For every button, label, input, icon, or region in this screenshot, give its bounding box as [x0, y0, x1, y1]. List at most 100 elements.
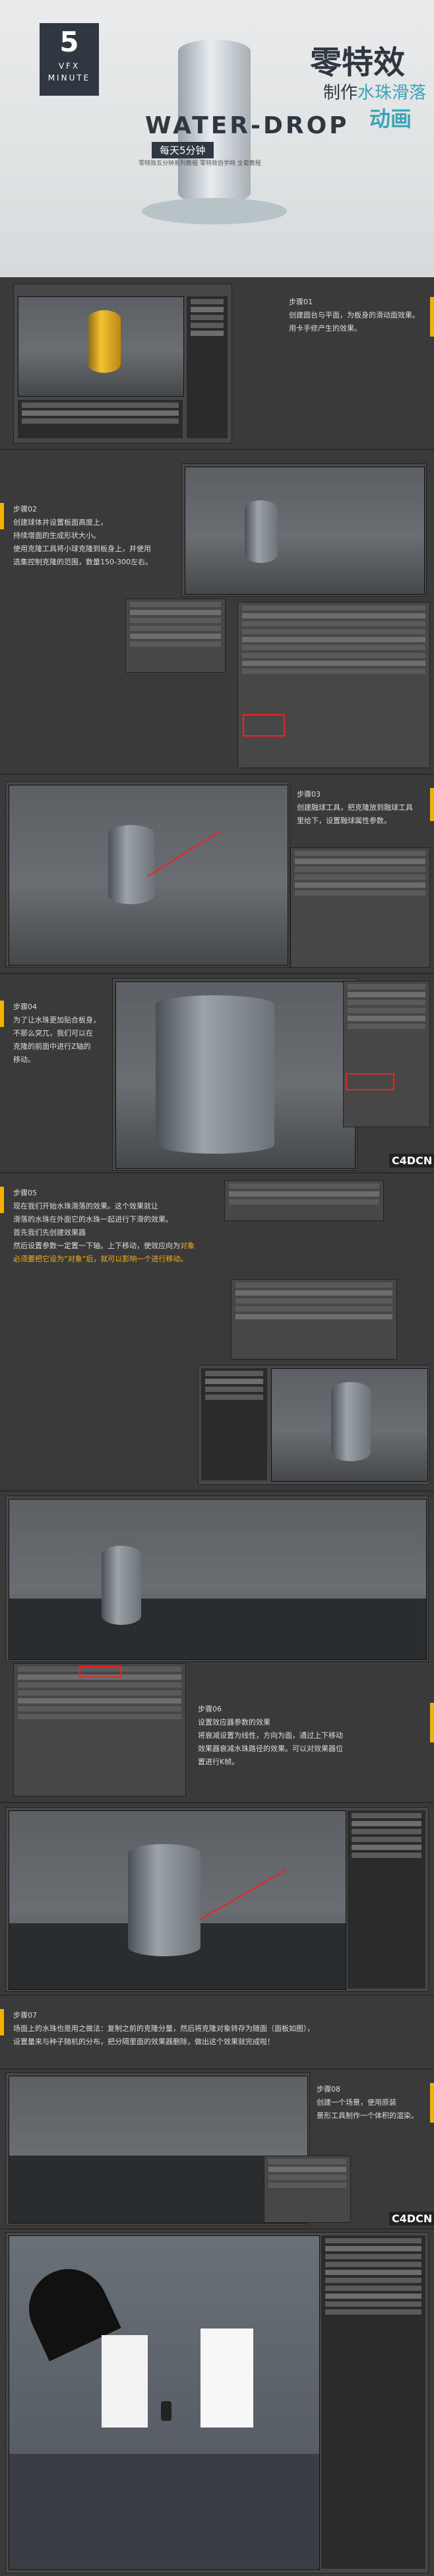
highlight-box	[79, 1666, 121, 1678]
viewport[interactable]	[9, 1810, 346, 1990]
step-heading: 步骤01	[289, 298, 313, 306]
step01-text: 步骤01 创建圆台与平面，为板身的滑动面效果。 用卡手修产生的效果。	[289, 296, 419, 335]
light-panel	[102, 2335, 148, 2427]
logo-badge: 5 VFX MINUTE	[40, 23, 99, 96]
viewport[interactable]	[9, 785, 288, 966]
accent-bar	[0, 503, 4, 529]
step-line: 创建一个场景，使用原装	[317, 2098, 396, 2107]
step04-section: 步骤04 为了让水珠更加贴合板身， 不那么突兀，我们可以在 克隆的前面中进行Z轴…	[0, 974, 434, 1172]
step01-section: 步骤01 创建圆台与平面，为板身的滑动面效果。 用卡手修产生的效果。	[0, 277, 434, 449]
cloner-panel[interactable]	[125, 599, 226, 673]
step-heading: 步骤02	[13, 505, 37, 513]
c4d-window[interactable]	[198, 1365, 430, 1485]
viewport[interactable]	[18, 296, 184, 397]
final-scene	[0, 2229, 434, 2576]
viewport[interactable]	[9, 1499, 427, 1660]
step03-section: 步骤03 创建融球工具，把克隆放到融球工具 里给下，设置融球属性参数。	[0, 775, 434, 973]
step-line: 持续增面的生成形状大小。	[13, 531, 100, 540]
step06-text: 步骤06 设置效应器参数的效果 将衰减设置为线性，方向为面，通过上下移动 效果器…	[198, 1703, 343, 1769]
step05-text: 步骤05 现在我们开始水珠滑落的效果。这个效果就让 滑落的水珠在外面它的水珠一起…	[13, 1187, 195, 1266]
viewport[interactable]	[9, 2076, 308, 2224]
hero-sub-b: 水珠滑落	[357, 83, 427, 103]
step-line: 现在我们开始水珠滑落的效果。这个效果就让	[13, 1202, 158, 1210]
accent-bar	[0, 2009, 4, 2035]
step-line: 滑落的水珠在外面它的水珠一起进行下滑的效果。	[13, 1215, 173, 1224]
step-line-part: 然后设置参数一定置一下轴。上下移动，使效应向为	[13, 1241, 180, 1250]
step-heading: 步骤05	[13, 1189, 37, 1197]
effector-panel[interactable]	[231, 1279, 397, 1360]
step-line: 用卡手修产生的效果。	[289, 324, 361, 333]
attribute-panel[interactable]	[237, 602, 430, 768]
hero-sub-a: 制作	[323, 83, 358, 103]
cylinder-object	[128, 1844, 201, 1956]
cylinder-object	[88, 310, 121, 373]
highlight-box	[346, 1073, 394, 1090]
step-line: 然后设置参数一定置一下轴。上下移动，使效应向为对象	[13, 1239, 195, 1253]
c4d-viewport-window[interactable]	[5, 1496, 429, 1662]
c4d-viewport-window[interactable]	[181, 463, 427, 597]
step-line-highlight: 对象	[180, 1241, 195, 1250]
hero-title: 零特效	[310, 44, 406, 81]
pointer-arrow	[146, 830, 220, 877]
step06-section: 步骤06 设置效应器参数的效果 将衰减设置为线性，方向为面，通过上下移动 效果器…	[0, 1492, 434, 1802]
effector-menu[interactable]	[224, 1180, 384, 1221]
cylinder-object	[108, 825, 154, 904]
water-drop-title: WATER-DROP	[145, 112, 350, 139]
c4d-viewport-window[interactable]	[5, 1807, 429, 1992]
step-heading: 步骤07	[13, 2011, 37, 2020]
cylinder-object	[331, 1382, 371, 1461]
step04-text: 步骤04 为了让水珠更加贴合板身， 不那么突兀，我们可以在 克隆的前面中进行Z轴…	[13, 1001, 100, 1067]
light-panel	[201, 2328, 253, 2427]
hero-banner: 5 VFX MINUTE WATER-DROP 每天5分钟 零特效五分钟系列教程…	[0, 0, 434, 277]
step-line: 场面上的水珠也是用之做法：复制之前的克隆分量，然后将克隆对象转存为随面（面板如图…	[13, 2024, 315, 2033]
c4d-viewport-window[interactable]	[112, 978, 357, 1171]
accent-bar	[430, 788, 434, 821]
attribute-panel[interactable]	[343, 981, 430, 1127]
c4d-window[interactable]	[5, 2232, 429, 2573]
step-heading: 步骤06	[198, 1705, 222, 1713]
floor-plane	[9, 1599, 426, 1659]
metaball-panel[interactable]	[290, 847, 430, 968]
hero-subtitle: 制作水珠滑落	[323, 79, 426, 104]
viewport[interactable]	[185, 467, 425, 595]
water-drop-subtitle: 每天5分钟	[152, 142, 214, 158]
hero-animation-label: 动画	[369, 106, 412, 131]
step-line: 创建球体并设置板面高度上，	[13, 518, 108, 527]
attribute-panel[interactable]	[264, 2156, 351, 2223]
step07-text: 步骤07 场面上的水珠也是用之做法：复制之前的克隆分量，然后将克隆对象转存为随面…	[13, 2009, 315, 2049]
step02-text: 步骤02 创建球体并设置板面高度上， 持续增面的生成形状大小。 使用克隆工具将小…	[13, 503, 152, 569]
step-line: 克隆的前面中进行Z轴的	[13, 1042, 91, 1051]
step08-text: 步骤08 创建一个场景，使用原装 景形工具制作一个体积的渲染。	[317, 2083, 418, 2123]
object-manager[interactable]	[201, 1368, 267, 1480]
viewport[interactable]	[115, 981, 356, 1169]
step-line: 移动。	[13, 1055, 35, 1064]
viewport[interactable]	[271, 1368, 428, 1482]
c4d-viewport-window[interactable]	[5, 781, 290, 968]
step-line: 创建融球工具，把克隆放到融球工具	[297, 803, 413, 812]
step-line: 必须要把它设为“对象”后，就可以影响一个进行移动。	[13, 1255, 188, 1263]
effector-attributes[interactable]	[13, 1663, 186, 1797]
watermark: C4DCN	[389, 2212, 434, 2226]
step-heading: 步骤03	[297, 790, 321, 799]
step-line: 景形工具制作一个体积的渲染。	[317, 2111, 418, 2120]
step-heading: 步骤04	[13, 1003, 37, 1011]
accent-bar	[0, 1187, 4, 1213]
cylinder-object	[102, 1546, 141, 1625]
viewport[interactable]	[9, 2235, 320, 2570]
step-line: 效果器衰减水珠路径的效果。可以对效果器位	[198, 1744, 343, 1753]
step-line: 首先我们先创建效果器	[13, 1228, 86, 1237]
step-line: 不那么突兀，我们可以在	[13, 1029, 93, 1038]
attribute-manager[interactable]	[18, 400, 183, 438]
step-line: 为了让水珠更加贴合板身，	[13, 1016, 100, 1024]
c4d-window[interactable]	[13, 284, 232, 444]
object-manager[interactable]	[348, 1810, 425, 1989]
step06-render	[0, 1803, 434, 1995]
object-manager[interactable]	[187, 296, 228, 438]
accent-bar	[430, 1703, 434, 1742]
highlight-box	[243, 714, 285, 737]
floor-plane	[9, 2454, 319, 2569]
step-line: 置进行K帧。	[198, 1758, 239, 1766]
can-object	[161, 2401, 171, 2421]
cylinder-object-closeup	[156, 995, 274, 1154]
object-manager[interactable]	[321, 2235, 425, 2569]
